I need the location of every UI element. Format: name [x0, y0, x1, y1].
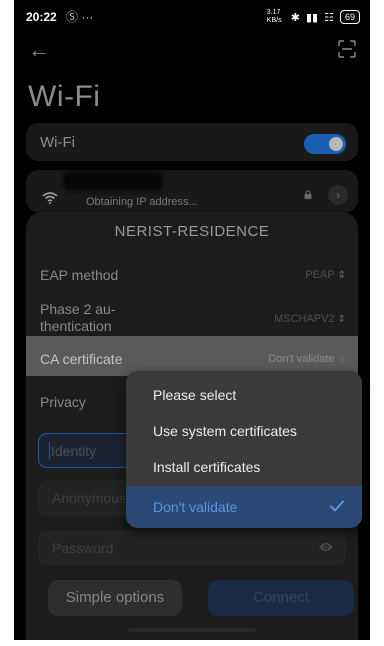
notification-icons: Ⓢ ··· — [66, 10, 94, 24]
checkmark-icon — [330, 500, 344, 512]
network-details-arrow-icon[interactable]: › — [328, 185, 348, 205]
dropdown-option-label: Please select — [153, 387, 237, 403]
password-placeholder: Password — [52, 540, 114, 556]
updown-chevron-icon: ⇕ — [337, 314, 346, 325]
privacy-label: Privacy — [40, 394, 86, 410]
dropdown-option-use-system-certificates[interactable]: Use system certificates — [126, 413, 362, 449]
text-caret — [49, 442, 50, 459]
dropdown-option-label: Use system certificates — [153, 423, 297, 439]
battery-icon: 69 — [339, 10, 360, 24]
connecting-network-row[interactable]: Obtaining IP address... › — [26, 170, 358, 212]
dropdown-option-install-certificates[interactable]: Install certificates — [126, 449, 362, 485]
status-time: 20:22 — [26, 10, 57, 24]
dialog-title: NERIST-RESIDENCE — [114, 223, 270, 240]
cellular-signal-icon: ▮▮ — [306, 11, 319, 24]
phone-screen: 20:22 Ⓢ ··· 3.17 KB/s ✱ ▮▮ ☷ 69 ← Wi-Fi … — [14, 0, 370, 640]
eap-method-label: EAP method — [40, 267, 119, 283]
dropdown-option-label: Install certificates — [153, 459, 261, 475]
ca-certificate-label: CA certificate — [40, 351, 123, 367]
identity-placeholder: Identity — [51, 443, 97, 459]
page-title: Wi-Fi — [28, 80, 101, 113]
dropdown-option-please-select[interactable]: Please select — [126, 377, 362, 413]
bluetooth-icon: ✱ — [290, 11, 300, 24]
dropdown-option-dont-validate[interactable]: Don't validate — [126, 486, 362, 528]
eap-method-value: PEAP — [305, 269, 335, 281]
phase2-auth-value: MSCHAPV2 — [274, 313, 335, 325]
simple-options-button[interactable]: Simple options — [48, 580, 182, 616]
phase2-label-line2: thentication — [40, 318, 112, 334]
wifi-status-icon: ☷ — [324, 11, 334, 24]
wifi-toggle-switch[interactable] — [304, 134, 346, 154]
qr-scan-icon[interactable] — [338, 40, 356, 58]
ca-certificate-select[interactable]: Don't validate ⇕ — [268, 353, 346, 365]
phase2-auth-select[interactable]: MSCHAPV2 ⇕ — [274, 313, 346, 325]
redacted-network-name — [66, 174, 160, 188]
password-input[interactable]: Password — [38, 530, 346, 566]
wifi-signal-icon — [42, 192, 58, 204]
dropdown-option-label: Don't validate — [153, 499, 238, 515]
ca-certificate-dropdown: Please select Use system certificates In… — [126, 371, 362, 528]
phase2-label-line1: Phase 2 au- — [40, 301, 116, 317]
lock-icon — [304, 190, 312, 199]
home-indicator — [128, 628, 256, 632]
connect-button[interactable]: Connect — [208, 580, 354, 616]
show-password-eye-icon[interactable] — [318, 541, 334, 553]
status-right-icons: 3.17 KB/s ✱ ▮▮ ☷ 69 — [267, 9, 360, 25]
wifi-toggle-label: Wi-Fi — [40, 134, 75, 151]
back-arrow-icon[interactable]: ← — [28, 38, 56, 62]
phase2-auth-label: Phase 2 au-thentication — [40, 301, 116, 335]
ca-certificate-value: Don't validate — [268, 353, 335, 365]
updown-chevron-icon: ⇕ — [337, 354, 346, 365]
status-bar: 20:22 Ⓢ ··· 3.17 KB/s ✱ ▮▮ ☷ 69 — [14, 0, 370, 34]
wifi-toggle-row[interactable]: Wi-Fi — [26, 123, 358, 161]
network-status-text: Obtaining IP address... — [86, 196, 198, 208]
eap-method-select[interactable]: PEAP ⇕ — [305, 269, 346, 281]
updown-chevron-icon: ⇕ — [337, 270, 346, 281]
network-speed: 3.17 KB/s — [266, 9, 282, 24]
